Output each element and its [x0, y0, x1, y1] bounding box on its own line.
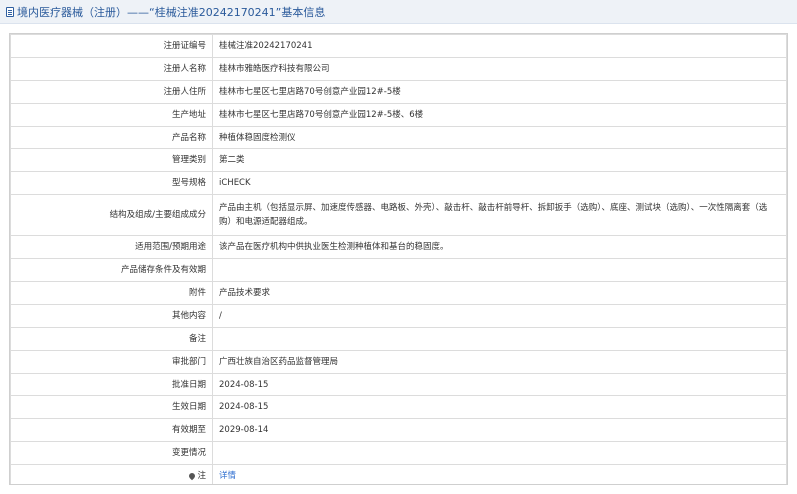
label-remarks: 备注: [10, 326, 213, 351]
label-product-name: 产品名称: [10, 125, 213, 150]
row-registrant-name: 注册人名称 桂林市雅皓医疗科技有限公司: [10, 56, 787, 81]
row-other-content: 其他内容 /: [10, 303, 787, 328]
row-remarks: 备注: [10, 326, 787, 351]
value-storage-validity: [212, 258, 787, 283]
row-attachment: 附件 产品技术要求: [10, 281, 787, 305]
label-approval-date: 批准日期: [10, 372, 213, 397]
info-table-frame: 注册证编号 桂械注准20242170241 注册人名称 桂林市雅皓医疗科技有限公…: [9, 33, 788, 485]
value-approval-department: 广西壮族自治区药品监督管理局: [212, 349, 787, 374]
row-storage-validity: 产品储存条件及有效期: [10, 258, 787, 283]
row-change-status: 变更情况: [10, 441, 787, 466]
label-note-text: 注: [197, 471, 206, 482]
value-remarks: [212, 326, 787, 351]
label-production-address: 生产地址: [10, 102, 213, 127]
label-attachment: 附件: [10, 281, 213, 305]
row-valid-until: 有效期至 2029-08-14: [10, 418, 787, 443]
row-management-category: 管理类别 第二类: [10, 148, 787, 173]
pin-icon: [188, 471, 197, 480]
label-storage-validity: 产品储存条件及有效期: [10, 258, 213, 283]
row-registrant-address: 注册人住所 桂林市七星区七里店路70号创意产业园12#-5楼: [10, 79, 787, 104]
label-intended-use: 适用范围/预期用途: [10, 235, 213, 260]
info-table: 注册证编号 桂械注准20242170241 注册人名称 桂林市雅皓医疗科技有限公…: [10, 34, 787, 484]
row-note: 注 详情: [10, 464, 787, 484]
value-model-spec: iCHECK: [212, 171, 787, 196]
value-structure-composition: 产品由主机（包括显示屏、加速度传感器、电路板、外壳）、敲击杆、敲击杆前导杆、拆卸…: [212, 194, 787, 237]
row-structure-composition: 结构及组成/主要组成成分 产品由主机（包括显示屏、加速度传感器、电路板、外壳）、…: [10, 194, 787, 237]
row-product-name: 产品名称 种植体稳固度检测仪: [10, 125, 787, 150]
row-approval-date: 批准日期 2024-08-15: [10, 372, 787, 397]
page-title: 境内医疗器械（注册）——“桂械注准20242170241”基本信息: [17, 5, 326, 19]
value-attachment: 产品技术要求: [212, 281, 787, 305]
row-model-spec: 型号规格 iCHECK: [10, 171, 787, 196]
value-registration-number: 桂械注准20242170241: [212, 34, 787, 58]
label-registration-number: 注册证编号: [10, 34, 213, 58]
label-model-spec: 型号规格: [10, 171, 213, 196]
value-valid-until: 2029-08-14: [212, 418, 787, 443]
row-production-address: 生产地址 桂林市七星区七里店路70号创意产业园12#-5楼、6楼: [10, 102, 787, 127]
value-registrant-address: 桂林市七星区七里店路70号创意产业园12#-5楼: [212, 79, 787, 104]
label-structure-composition: 结构及组成/主要组成成分: [10, 194, 213, 237]
value-other-content: /: [212, 303, 787, 328]
label-effective-date: 生效日期: [10, 395, 213, 420]
value-registrant-name: 桂林市雅皓医疗科技有限公司: [212, 56, 787, 81]
value-management-category: 第二类: [212, 148, 787, 173]
value-production-address: 桂林市七星区七里店路70号创意产业园12#-5楼、6楼: [212, 102, 787, 127]
label-change-status: 变更情况: [10, 441, 213, 466]
label-approval-department: 审批部门: [10, 349, 213, 374]
value-intended-use: 该产品在医疗机构中供执业医生检测种植体和基台的稳固度。: [212, 235, 787, 260]
row-registration-number: 注册证编号 桂械注准20242170241: [10, 34, 787, 58]
label-management-category: 管理类别: [10, 148, 213, 173]
label-other-content: 其他内容: [10, 303, 213, 328]
label-registrant-name: 注册人名称: [10, 56, 213, 81]
value-product-name: 种植体稳固度检测仪: [212, 125, 787, 150]
label-note: 注: [10, 464, 213, 484]
details-link[interactable]: 详情: [219, 471, 236, 481]
row-intended-use: 适用范围/预期用途 该产品在医疗机构中供执业医生检测种植体和基台的稳固度。: [10, 235, 787, 260]
row-effective-date: 生效日期 2024-08-15: [10, 395, 787, 420]
value-note: 详情: [212, 464, 787, 484]
value-effective-date: 2024-08-15: [212, 395, 787, 420]
label-valid-until: 有效期至: [10, 418, 213, 443]
value-change-status: [212, 441, 787, 466]
label-registrant-address: 注册人住所: [10, 79, 213, 104]
row-approval-department: 审批部门 广西壮族自治区药品监督管理局: [10, 349, 787, 374]
value-approval-date: 2024-08-15: [212, 372, 787, 397]
page-header: 境内医疗器械（注册）——“桂械注准20242170241”基本信息: [0, 0, 797, 24]
document-icon: [6, 6, 14, 17]
